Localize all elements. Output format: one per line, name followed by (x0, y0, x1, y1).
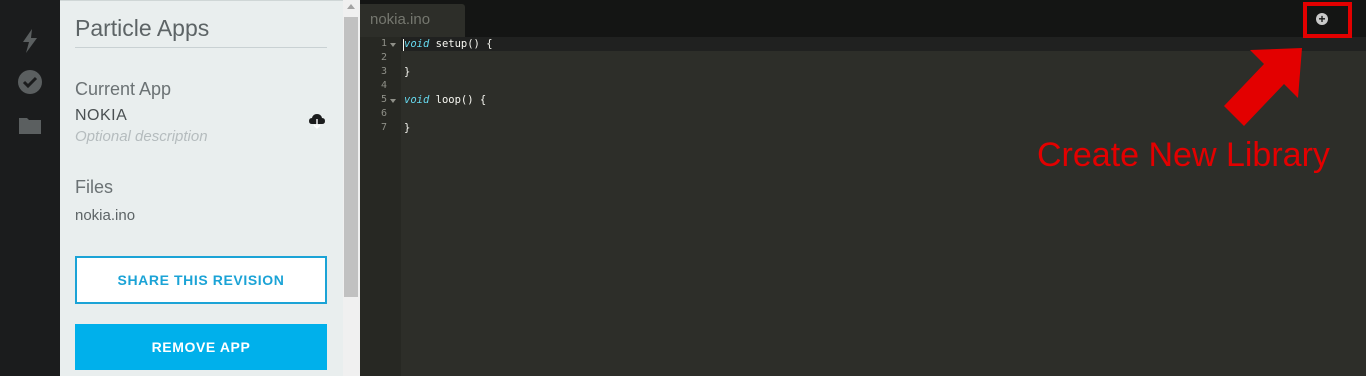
fold-arrow-icon[interactable] (390, 43, 396, 47)
current-app-label: Current App (75, 79, 172, 99)
panel-title: Particle Apps (75, 15, 327, 48)
apps-panel: Particle Apps Current App NOKIA Optional… (60, 0, 343, 376)
line-number: 2 (380, 52, 387, 63)
icon-rail (0, 0, 60, 376)
code-line[interactable]: void setup() { (404, 38, 493, 50)
code-text: setup() { (429, 38, 493, 50)
remove-app-button[interactable]: REMOVE APP (75, 324, 327, 370)
line-number: 6 (380, 108, 387, 119)
scroll-up-arrow-icon[interactable] (347, 4, 355, 9)
flash-icon[interactable] (15, 26, 45, 56)
editor-tab-bar: nokia.ino + (360, 0, 1366, 37)
cloud-download-icon[interactable] (308, 112, 326, 130)
line-number: 3 (380, 66, 387, 77)
annotation-label: Create New Library (1037, 136, 1330, 174)
code-text: } (404, 122, 411, 134)
code-text: loop() { (429, 94, 487, 106)
code-keyword: void (404, 38, 430, 50)
fold-arrow-icon[interactable] (390, 99, 396, 103)
line-number: 7 (380, 122, 387, 133)
code-line[interactable]: void loop() { (404, 94, 486, 106)
code-keyword: void (404, 94, 430, 106)
line-number: 5 (380, 94, 387, 105)
line-number: 1 (380, 38, 387, 49)
annotation-highlight-box (1303, 2, 1352, 38)
annotation-arrow-icon (1224, 48, 1302, 126)
code-line[interactable]: } (404, 66, 410, 78)
verify-check-icon[interactable] (15, 67, 45, 97)
folder-icon[interactable] (15, 110, 45, 140)
app-name[interactable]: NOKIA (75, 107, 127, 125)
code-line[interactable]: } (404, 122, 410, 134)
file-item-nokia-ino[interactable]: nokia.ino (75, 207, 135, 224)
share-revision-button[interactable]: SHARE THIS REVISION (75, 256, 327, 304)
tab-nokia-ino[interactable]: nokia.ino (360, 4, 465, 37)
files-label: Files (75, 177, 114, 197)
scrollbar-thumb[interactable] (344, 17, 358, 297)
line-number-gutter: 1 2 3 4 5 6 7 (360, 37, 401, 376)
app-description-field[interactable]: Optional description (75, 128, 208, 145)
line-number: 4 (380, 80, 387, 91)
code-text: } (404, 66, 411, 78)
panel-scrollbar[interactable] (343, 0, 360, 376)
